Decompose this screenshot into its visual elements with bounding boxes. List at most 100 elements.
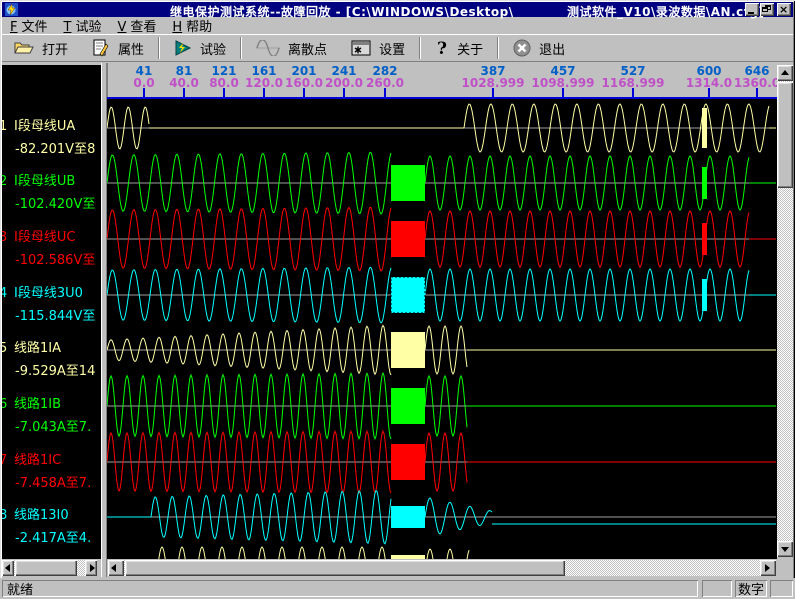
menu-test[interactable]: T试验 (56, 16, 110, 35)
menu-bar: F文件 T试验 V查看 H帮助 (2, 17, 793, 34)
toolbar: 打开 属性 试验 离散点 (2, 34, 793, 62)
minimize-button[interactable] (745, 3, 759, 16)
channel-name: 线路1IA (14, 342, 61, 356)
label-horizontal-scrollbar[interactable] (2, 560, 97, 576)
sine-wave-icon (256, 40, 280, 56)
channel-range: -9.529A至14 (15, 365, 95, 379)
about-button[interactable]: ? 关于 (423, 35, 495, 61)
channel-name: Ⅰ段母线UA (14, 120, 75, 134)
arrow-down-icon (781, 547, 789, 552)
time-cursor-bar (702, 279, 707, 311)
ruler-tick (303, 88, 305, 97)
oscillogram-area[interactable] (107, 97, 777, 559)
menu-help[interactable]: H帮助 (164, 16, 220, 35)
restore-button[interactable] (760, 3, 774, 16)
test-run-icon (174, 39, 192, 57)
scroll-right-button[interactable] (85, 560, 97, 576)
ruler-tick (384, 88, 386, 97)
discrete-points-button[interactable]: 离散点 (244, 35, 339, 61)
channel-number: 3 (2, 231, 7, 245)
properties-icon (92, 39, 110, 57)
compression-break-marker (391, 221, 425, 257)
channel-name: 线路1IB (14, 398, 61, 412)
arrow-up-icon (781, 70, 789, 75)
arrow-left-icon (111, 564, 116, 572)
arrow-left-icon (5, 564, 10, 572)
channel-label-panel: 1 Ⅰ段母线UA -82.201V至8 2 Ⅰ段母线UB -102.420V至 3 Ⅰ段母线U… (2, 65, 101, 559)
scroll-up-button[interactable] (777, 65, 793, 81)
ruler-tick (143, 88, 145, 97)
channel-number: 5 (2, 342, 7, 356)
settings-icon (351, 40, 371, 56)
toolbar-separator (240, 37, 242, 59)
close-button[interactable]: × (777, 3, 791, 16)
toolbar-separator (158, 37, 160, 59)
open-button[interactable]: 打开 (2, 35, 80, 61)
close-icon: × (779, 4, 788, 15)
ruler-tick (263, 88, 265, 97)
channel-number: 2 (2, 175, 7, 189)
svg-text:?: ? (437, 39, 447, 57)
time-cursor-bar (702, 167, 707, 199)
time-cursor-bar (702, 108, 707, 148)
horizontal-scrollbar[interactable] (108, 560, 776, 576)
ruler-tick (632, 88, 634, 97)
numlock-indicator: 数字 (735, 580, 767, 597)
ruler-tick (343, 88, 345, 97)
channel-name: Ⅰ段母线UB (14, 175, 75, 189)
scroll-right-button[interactable] (760, 560, 776, 576)
scrollbar-corner (777, 560, 793, 576)
ruler-tick (492, 88, 494, 97)
ruler-tick (562, 88, 564, 97)
channel-range: -7.458A至7. (15, 477, 91, 491)
status-panel-empty (770, 580, 793, 597)
app-window: 继电保护测试系统--故障回放 - [C:\WINDOWS\Desktop\ 测试… (0, 0, 795, 599)
vertical-scrollbar[interactable] (777, 65, 793, 557)
exit-icon (513, 39, 531, 57)
mini-hscroll-thumb[interactable] (15, 560, 77, 576)
channel-range: -102.420V至 (15, 198, 95, 212)
channel-number: 7 (2, 454, 7, 468)
compression-break-marker (391, 444, 425, 480)
compression-break-marker (391, 555, 425, 559)
channel-range: -115.844V至 (15, 310, 95, 324)
toolbar-separator (419, 37, 421, 59)
vscroll-thumb[interactable] (777, 82, 793, 188)
channel-name: Ⅰ段母线UC (14, 231, 75, 245)
channel-number: 1 (2, 120, 7, 134)
channel-number: 8 (2, 509, 7, 523)
channel-name: 线路1IC (14, 454, 61, 468)
channel-range: -7.043A至7. (15, 421, 91, 435)
open-folder-icon (14, 40, 34, 56)
hscroll-thumb[interactable] (125, 560, 565, 576)
channel-name: Ⅰ段母线3U0 (14, 287, 83, 301)
ruler-tick (756, 88, 758, 97)
time-ruler: 410.08140.012180.0161120.0201160.0241200… (107, 63, 777, 97)
waveform-trace (107, 547, 776, 559)
scroll-down-button[interactable] (777, 541, 793, 557)
exit-button[interactable]: 退出 (501, 35, 577, 61)
compression-break-marker (391, 506, 425, 528)
settings-button[interactable]: 设置 (339, 35, 417, 61)
status-panel-empty (702, 580, 732, 597)
arrow-right-icon (90, 564, 95, 572)
channel-range: -102.586V至 (15, 254, 95, 268)
properties-button[interactable]: 属性 (80, 35, 156, 61)
ruler-tick (223, 88, 225, 97)
scroll-left-button[interactable] (2, 560, 14, 576)
arrow-right-icon (765, 564, 770, 572)
waveform-plot (107, 97, 777, 559)
menu-file[interactable]: F文件 (2, 16, 56, 35)
compression-break-marker (391, 332, 425, 368)
lightning-app-icon (5, 3, 18, 16)
ruler-tick (708, 88, 710, 97)
channel-number: 4 (2, 287, 7, 301)
menu-view[interactable]: V查看 (109, 16, 164, 35)
toolbar-separator (497, 37, 499, 59)
test-run-button[interactable]: 试验 (162, 35, 238, 61)
compression-break-marker (391, 388, 425, 424)
scroll-left-button[interactable] (108, 560, 124, 576)
title-bar: 继电保护测试系统--故障回放 - [C:\WINDOWS\Desktop\ 测试… (2, 2, 793, 17)
channel-range: -82.201V至8 (15, 143, 95, 157)
ruler-baseline (107, 97, 777, 99)
